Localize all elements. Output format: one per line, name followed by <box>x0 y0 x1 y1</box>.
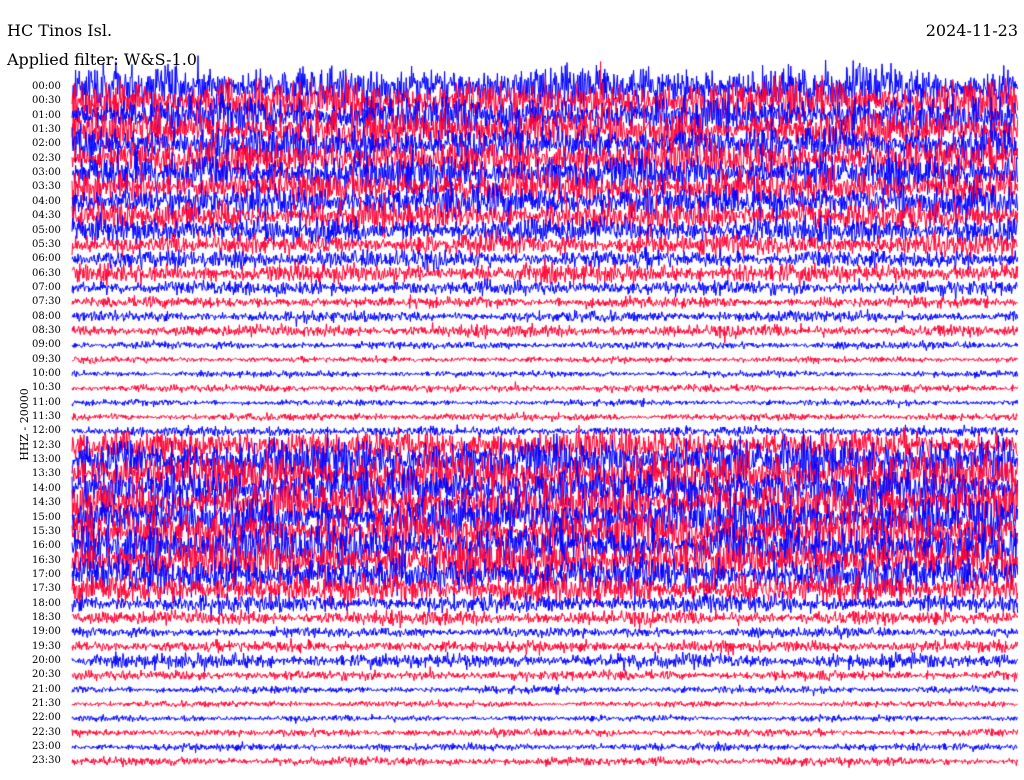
time-tick-label: 21:30 <box>32 698 61 710</box>
time-tick-label: 03:00 <box>32 167 61 179</box>
filter-note: Applied filter: W&S-1.0 <box>7 50 197 69</box>
time-tick-label: 22:00 <box>32 712 61 724</box>
time-tick-label: 05:00 <box>32 224 61 236</box>
time-tick-label: 19:30 <box>32 640 61 652</box>
time-tick-label: 06:30 <box>32 267 61 279</box>
time-tick-label: 23:30 <box>32 755 61 767</box>
time-tick-label: 09:30 <box>32 353 61 365</box>
time-tick-label: 04:00 <box>32 195 61 207</box>
time-tick-label: 22:30 <box>32 726 61 738</box>
y-axis-label: HHZ - 20000 <box>17 388 31 461</box>
time-tick-label: 10:00 <box>32 368 61 379</box>
time-tick-label: 15:30 <box>32 525 61 537</box>
time-tick-label: 16:30 <box>32 554 61 566</box>
time-tick-label: 10:30 <box>32 382 61 394</box>
helicorder-plot <box>0 0 1024 780</box>
time-tick-label: 00:30 <box>32 95 61 107</box>
date-label: 2024-11-23 <box>925 21 1018 40</box>
time-tick-label: 11:00 <box>32 396 61 408</box>
time-tick-label: 16:00 <box>32 540 61 552</box>
time-tick-label: 04:30 <box>32 210 61 222</box>
time-tick-label: 19:00 <box>32 626 61 638</box>
time-tick-label: 03:30 <box>32 181 61 193</box>
time-tick-label: 02:30 <box>32 152 61 164</box>
time-tick-label: 14:30 <box>32 497 61 509</box>
time-tick-label: 17:00 <box>32 568 61 580</box>
time-tick-label: 13:00 <box>32 454 61 466</box>
time-tick-label: 08:00 <box>32 310 61 322</box>
time-tick-label: 18:00 <box>32 597 61 609</box>
time-tick-label: 12:30 <box>32 439 61 451</box>
time-tick-label: 20:30 <box>32 669 61 681</box>
time-tick-label: 13:30 <box>32 468 61 480</box>
time-tick-label: 23:00 <box>32 741 61 753</box>
time-tick-label: 17:30 <box>32 583 61 595</box>
time-tick-label: 06:00 <box>32 253 61 265</box>
station-title: HC Tinos Isl. <box>7 21 113 40</box>
time-tick-label: 02:00 <box>32 138 61 150</box>
time-tick-label: 14:00 <box>32 482 61 494</box>
time-tick-label: 05:30 <box>32 238 61 250</box>
time-tick-label: 01:30 <box>32 124 61 136</box>
time-tick-label: 15:00 <box>32 511 61 523</box>
time-tick-label: 09:00 <box>32 339 61 351</box>
time-tick-label: 21:00 <box>32 683 61 695</box>
time-tick-label: 07:00 <box>32 281 61 293</box>
time-tick-label: 08:30 <box>32 324 61 336</box>
time-tick-label: 20:00 <box>32 655 61 666</box>
time-tick-label: 11:30 <box>32 411 61 423</box>
time-tick-label: 12:00 <box>32 425 61 437</box>
time-tick-label: 00:00 <box>32 81 61 92</box>
time-tick-label: 07:30 <box>32 296 61 308</box>
time-tick-label: 01:00 <box>32 109 61 121</box>
time-tick-label: 18:30 <box>32 611 61 623</box>
